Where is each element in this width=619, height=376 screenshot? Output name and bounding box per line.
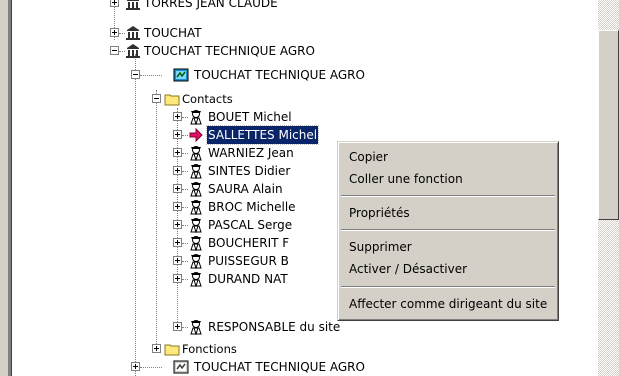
tree-node-label: TOUCHAT TECHNIQUE AGRO (194, 360, 365, 374)
expand-icon[interactable] (173, 256, 182, 265)
expand-icon[interactable] (110, 0, 119, 7)
tree-node-label: Fonctions (182, 342, 237, 356)
tree-node-label: TOUCHAT TECHNIQUE AGRO (194, 68, 365, 82)
tree-node[interactable]: Fonctions (12, 340, 598, 358)
menu-separator (341, 195, 555, 197)
context-menu: Copier Coller une fonction Propriétés Su… (337, 141, 559, 321)
tree-node-label: SAURA Alain (208, 182, 283, 196)
menu-item-coller-une-fonction[interactable]: Coller une fonction (349, 170, 463, 188)
window-frame-left (0, 0, 8, 376)
collapse-icon[interactable] (110, 46, 119, 55)
expand-icon[interactable] (173, 130, 182, 139)
expand-icon[interactable] (152, 344, 161, 353)
tree-node[interactable]: TOUCHAT (12, 24, 598, 42)
person-icon (188, 109, 204, 126)
tree-node[interactable]: TOUCHAT TECHNIQUE AGRO (12, 66, 598, 84)
tree-node-label: PASCAL Serge (208, 218, 293, 232)
expand-icon[interactable] (173, 220, 182, 229)
expand-icon[interactable] (173, 148, 182, 157)
expand-icon[interactable] (110, 28, 119, 37)
tree-node-label: DURAND NAT (208, 272, 288, 286)
site-icon (173, 67, 189, 83)
expand-icon[interactable] (173, 322, 182, 331)
expand-icon[interactable] (173, 184, 182, 193)
tree-node-label: SINTES Didier (208, 164, 291, 178)
tree-node-label: BOUCHERIT F (208, 236, 290, 250)
tree-connector (140, 75, 162, 76)
person-icon (188, 145, 204, 162)
person-icon (188, 163, 204, 180)
tree-node-label: TORRES JEAN CLAUDE (144, 0, 278, 10)
person-icon (188, 217, 204, 234)
person-icon (188, 253, 204, 270)
menu-separator (341, 229, 555, 231)
collapse-icon[interactable] (131, 70, 140, 79)
building-icon (125, 0, 141, 11)
arrow-right-icon (188, 127, 204, 143)
menu-item-proprietes[interactable]: Propriétés (349, 204, 410, 222)
tree-node[interactable]: Contacts (12, 90, 598, 108)
tree-node[interactable]: TORRES JEAN CLAUDE (12, 0, 598, 12)
building-icon (125, 43, 141, 59)
tree-node-label: Contacts (182, 92, 233, 106)
tree-node[interactable]: TOUCHAT TECHNIQUE AGRO (12, 358, 598, 376)
tree-node-label: BOUET Michel (208, 110, 292, 124)
expand-icon[interactable] (173, 112, 182, 121)
expand-icon[interactable] (131, 362, 140, 371)
expand-icon[interactable] (173, 238, 182, 247)
tree-connector (140, 367, 162, 368)
tree-node-label: PUISSEGUR B (208, 254, 289, 268)
menu-separator (341, 286, 555, 288)
tree-node-label: WARNIEZ Jean (208, 146, 294, 160)
tree-node-label-selected: SALLETTES Michel (205, 125, 320, 145)
person-icon (188, 271, 204, 288)
tree-node-label: TOUCHAT (144, 26, 202, 40)
person-icon (188, 235, 204, 252)
person-icon (188, 181, 204, 198)
tree-node[interactable]: BOUET Michel (12, 108, 598, 126)
tree-node-label: RESPONSABLE du site (208, 320, 341, 334)
menu-item-supprimer[interactable]: Supprimer (349, 238, 412, 256)
collapse-icon[interactable] (152, 94, 161, 103)
tree-node[interactable]: TOUCHAT TECHNIQUE AGRO (12, 42, 598, 60)
expand-icon[interactable] (173, 202, 182, 211)
expand-icon[interactable] (173, 166, 182, 175)
menu-item-copier[interactable]: Copier (349, 148, 388, 166)
building-icon (125, 25, 141, 41)
menu-item-affecter-dirigeant[interactable]: Affecter comme dirigeant du site (349, 295, 547, 313)
tree-node-label: TOUCHAT TECHNIQUE AGRO (144, 44, 315, 58)
person-icon (188, 199, 204, 216)
folder-icon (164, 341, 180, 357)
person-icon (188, 319, 204, 336)
tree-node-label: BROC Michelle (208, 200, 296, 214)
site-icon (173, 359, 189, 375)
folder-icon (164, 91, 180, 107)
expand-icon[interactable] (173, 274, 182, 283)
menu-item-activer-desactiver[interactable]: Activer / Désactiver (349, 260, 467, 278)
scrollbar-thumb[interactable] (598, 30, 619, 220)
